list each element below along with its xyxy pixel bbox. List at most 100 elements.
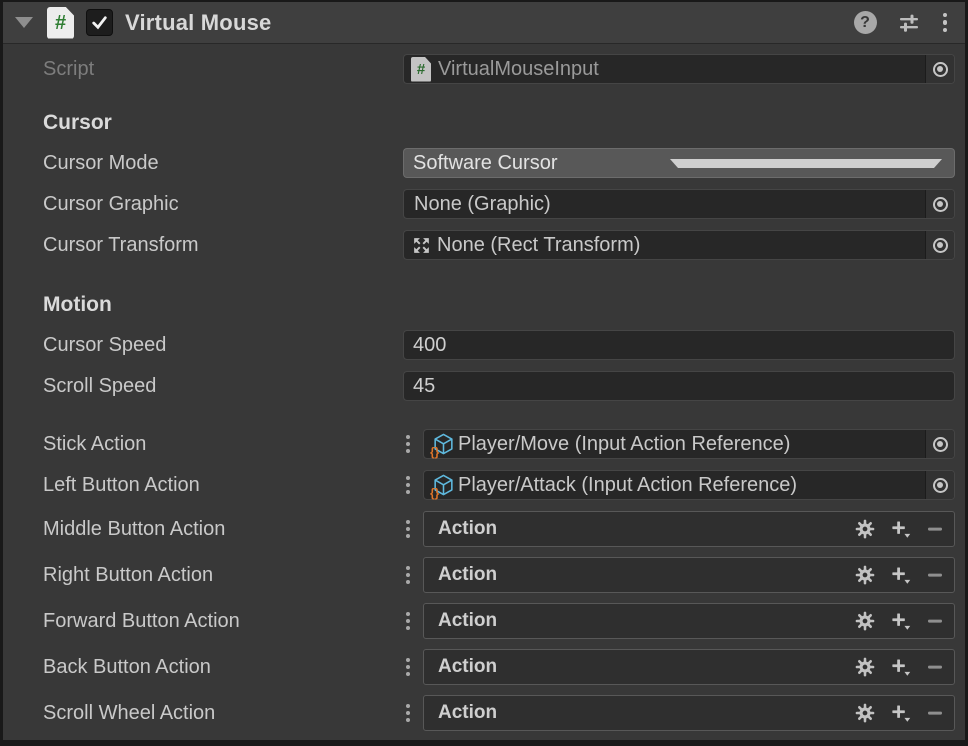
forward-button-action-row: Forward Button Action Action	[43, 603, 955, 639]
object-picker-button[interactable]	[925, 430, 954, 458]
inspector-window: # Virtual Mouse ? S	[0, 0, 968, 746]
rect-transform-icon	[411, 235, 432, 256]
right-button-action-row: Right Button Action Action	[43, 557, 955, 593]
object-picker-button[interactable]	[925, 231, 954, 259]
right-button-action-label: Right Button Action	[43, 564, 393, 587]
scroll-speed-label: Scroll Speed	[43, 375, 403, 398]
script-label: Script	[43, 58, 403, 81]
row-options-icon[interactable]	[393, 435, 423, 453]
section-header-cursor: Cursor	[43, 108, 955, 138]
action-settings-gear-icon[interactable]	[854, 610, 876, 632]
input-action-asset-icon: {}	[431, 472, 456, 498]
cursor-transform-label: Cursor Transform	[43, 234, 403, 257]
stick-action-row: Stick Action {} Player/Move (Input Actio…	[43, 429, 955, 459]
row-options-icon[interactable]	[393, 566, 423, 584]
cursor-speed-label: Cursor Speed	[43, 334, 403, 357]
more-menu-icon[interactable]	[941, 11, 950, 35]
cursor-mode-row: Cursor Mode Software Cursor	[43, 148, 955, 178]
stick-action-field[interactable]: {} Player/Move (Input Action Reference)	[423, 429, 955, 459]
action-panel: Action	[423, 511, 955, 547]
presets-icon[interactable]	[897, 11, 921, 35]
cursor-transform-value: None (Rect Transform)	[437, 234, 925, 257]
component-title: Virtual Mouse	[125, 10, 842, 36]
csharp-script-icon: #	[47, 7, 74, 39]
remove-binding-icon[interactable]	[926, 658, 944, 676]
cursor-graphic-row: Cursor Graphic None (Graphic)	[43, 189, 955, 219]
stick-action-label: Stick Action	[43, 433, 393, 456]
object-picker-icon	[933, 478, 948, 493]
cursor-speed-input[interactable]: 400	[403, 330, 955, 360]
remove-binding-icon[interactable]	[926, 520, 944, 538]
scroll-wheel-action-row: Scroll Wheel Action Action	[43, 695, 955, 731]
cursor-mode-dropdown[interactable]: Software Cursor	[403, 148, 955, 178]
left-button-action-value: Player/Attack (Input Action Reference)	[458, 474, 925, 497]
forward-button-action-label: Forward Button Action	[43, 610, 393, 633]
object-picker-icon	[933, 238, 948, 253]
object-picker-button[interactable]	[925, 190, 954, 218]
dropdown-caret-icon	[670, 159, 943, 168]
row-options-icon[interactable]	[393, 520, 423, 538]
left-button-action-row: Left Button Action {} Player/Attack (Inp…	[43, 470, 955, 500]
object-picker-icon	[933, 62, 948, 77]
cursor-mode-label: Cursor Mode	[43, 152, 403, 175]
action-panel-title: Action	[438, 518, 854, 540]
row-options-icon[interactable]	[393, 476, 423, 494]
help-icon[interactable]: ?	[854, 11, 877, 34]
cursor-mode-value: Software Cursor	[413, 152, 670, 175]
stick-action-value: Player/Move (Input Action Reference)	[458, 433, 925, 456]
action-settings-gear-icon[interactable]	[854, 656, 876, 678]
component-enabled-checkbox[interactable]	[86, 9, 113, 36]
add-binding-icon[interactable]	[889, 702, 913, 725]
action-panel: Action	[423, 603, 955, 639]
add-binding-icon[interactable]	[889, 656, 913, 679]
script-row: Script # VirtualMouseInput	[43, 54, 955, 84]
cursor-graphic-field[interactable]: None (Graphic)	[403, 189, 955, 219]
object-picker-button[interactable]	[925, 471, 954, 499]
back-button-action-row: Back Button Action Action	[43, 649, 955, 685]
input-action-asset-icon: {}	[431, 431, 456, 457]
section-header-motion: Motion	[43, 290, 955, 320]
scroll-wheel-action-label: Scroll Wheel Action	[43, 702, 393, 725]
action-settings-gear-icon[interactable]	[854, 702, 876, 724]
action-panel-title: Action	[438, 656, 854, 678]
script-field-value: VirtualMouseInput	[438, 58, 925, 81]
action-panel-title: Action	[438, 610, 854, 632]
left-button-action-label: Left Button Action	[43, 474, 393, 497]
cursor-speed-row: Cursor Speed 400	[43, 330, 955, 360]
object-picker-icon	[933, 437, 948, 452]
cursor-transform-field[interactable]: None (Rect Transform)	[403, 230, 955, 260]
object-picker-button[interactable]	[925, 55, 954, 83]
object-picker-icon	[933, 197, 948, 212]
script-object-field[interactable]: # VirtualMouseInput	[403, 54, 955, 84]
row-options-icon[interactable]	[393, 704, 423, 722]
remove-binding-icon[interactable]	[926, 704, 944, 722]
action-panel-title: Action	[438, 702, 854, 724]
action-panel: Action	[423, 649, 955, 685]
left-button-action-field[interactable]: {} Player/Attack (Input Action Reference…	[423, 470, 955, 500]
middle-button-action-row: Middle Button Action Action	[43, 511, 955, 547]
add-binding-icon[interactable]	[889, 518, 913, 541]
cursor-graphic-value: None (Graphic)	[411, 193, 925, 216]
row-options-icon[interactable]	[393, 612, 423, 630]
add-binding-icon[interactable]	[889, 610, 913, 633]
csharp-hash-glyph: #	[55, 13, 66, 33]
action-panel: Action	[423, 695, 955, 731]
checkmark-icon	[90, 13, 109, 32]
back-button-action-label: Back Button Action	[43, 656, 393, 679]
foldout-arrow-icon[interactable]	[15, 17, 33, 28]
middle-button-action-label: Middle Button Action	[43, 518, 393, 541]
scroll-speed-input[interactable]: 45	[403, 371, 955, 401]
remove-binding-icon[interactable]	[926, 612, 944, 630]
action-settings-gear-icon[interactable]	[854, 564, 876, 586]
action-panel-title: Action	[438, 564, 854, 586]
csharp-script-icon: #	[411, 57, 431, 82]
add-binding-icon[interactable]	[889, 564, 913, 587]
action-settings-gear-icon[interactable]	[854, 518, 876, 540]
cursor-transform-row: Cursor Transform None (Rect Transform)	[43, 230, 955, 260]
component-header: # Virtual Mouse ?	[3, 2, 965, 44]
help-glyph: ?	[860, 14, 870, 32]
scroll-speed-row: Scroll Speed 45	[43, 371, 955, 401]
cursor-graphic-label: Cursor Graphic	[43, 193, 403, 216]
row-options-icon[interactable]	[393, 658, 423, 676]
remove-binding-icon[interactable]	[926, 566, 944, 584]
